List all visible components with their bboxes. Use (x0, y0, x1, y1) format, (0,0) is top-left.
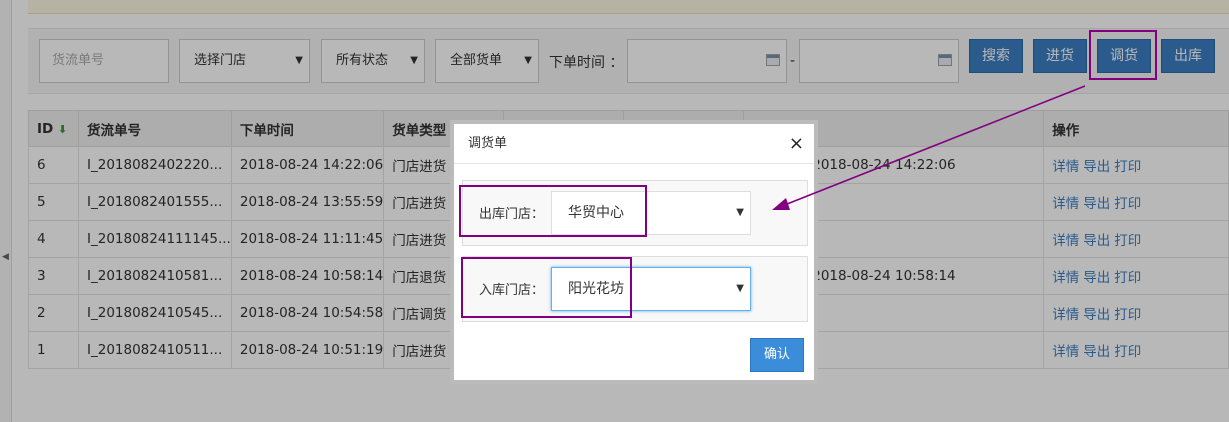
annotation-arrow (772, 85, 1086, 210)
